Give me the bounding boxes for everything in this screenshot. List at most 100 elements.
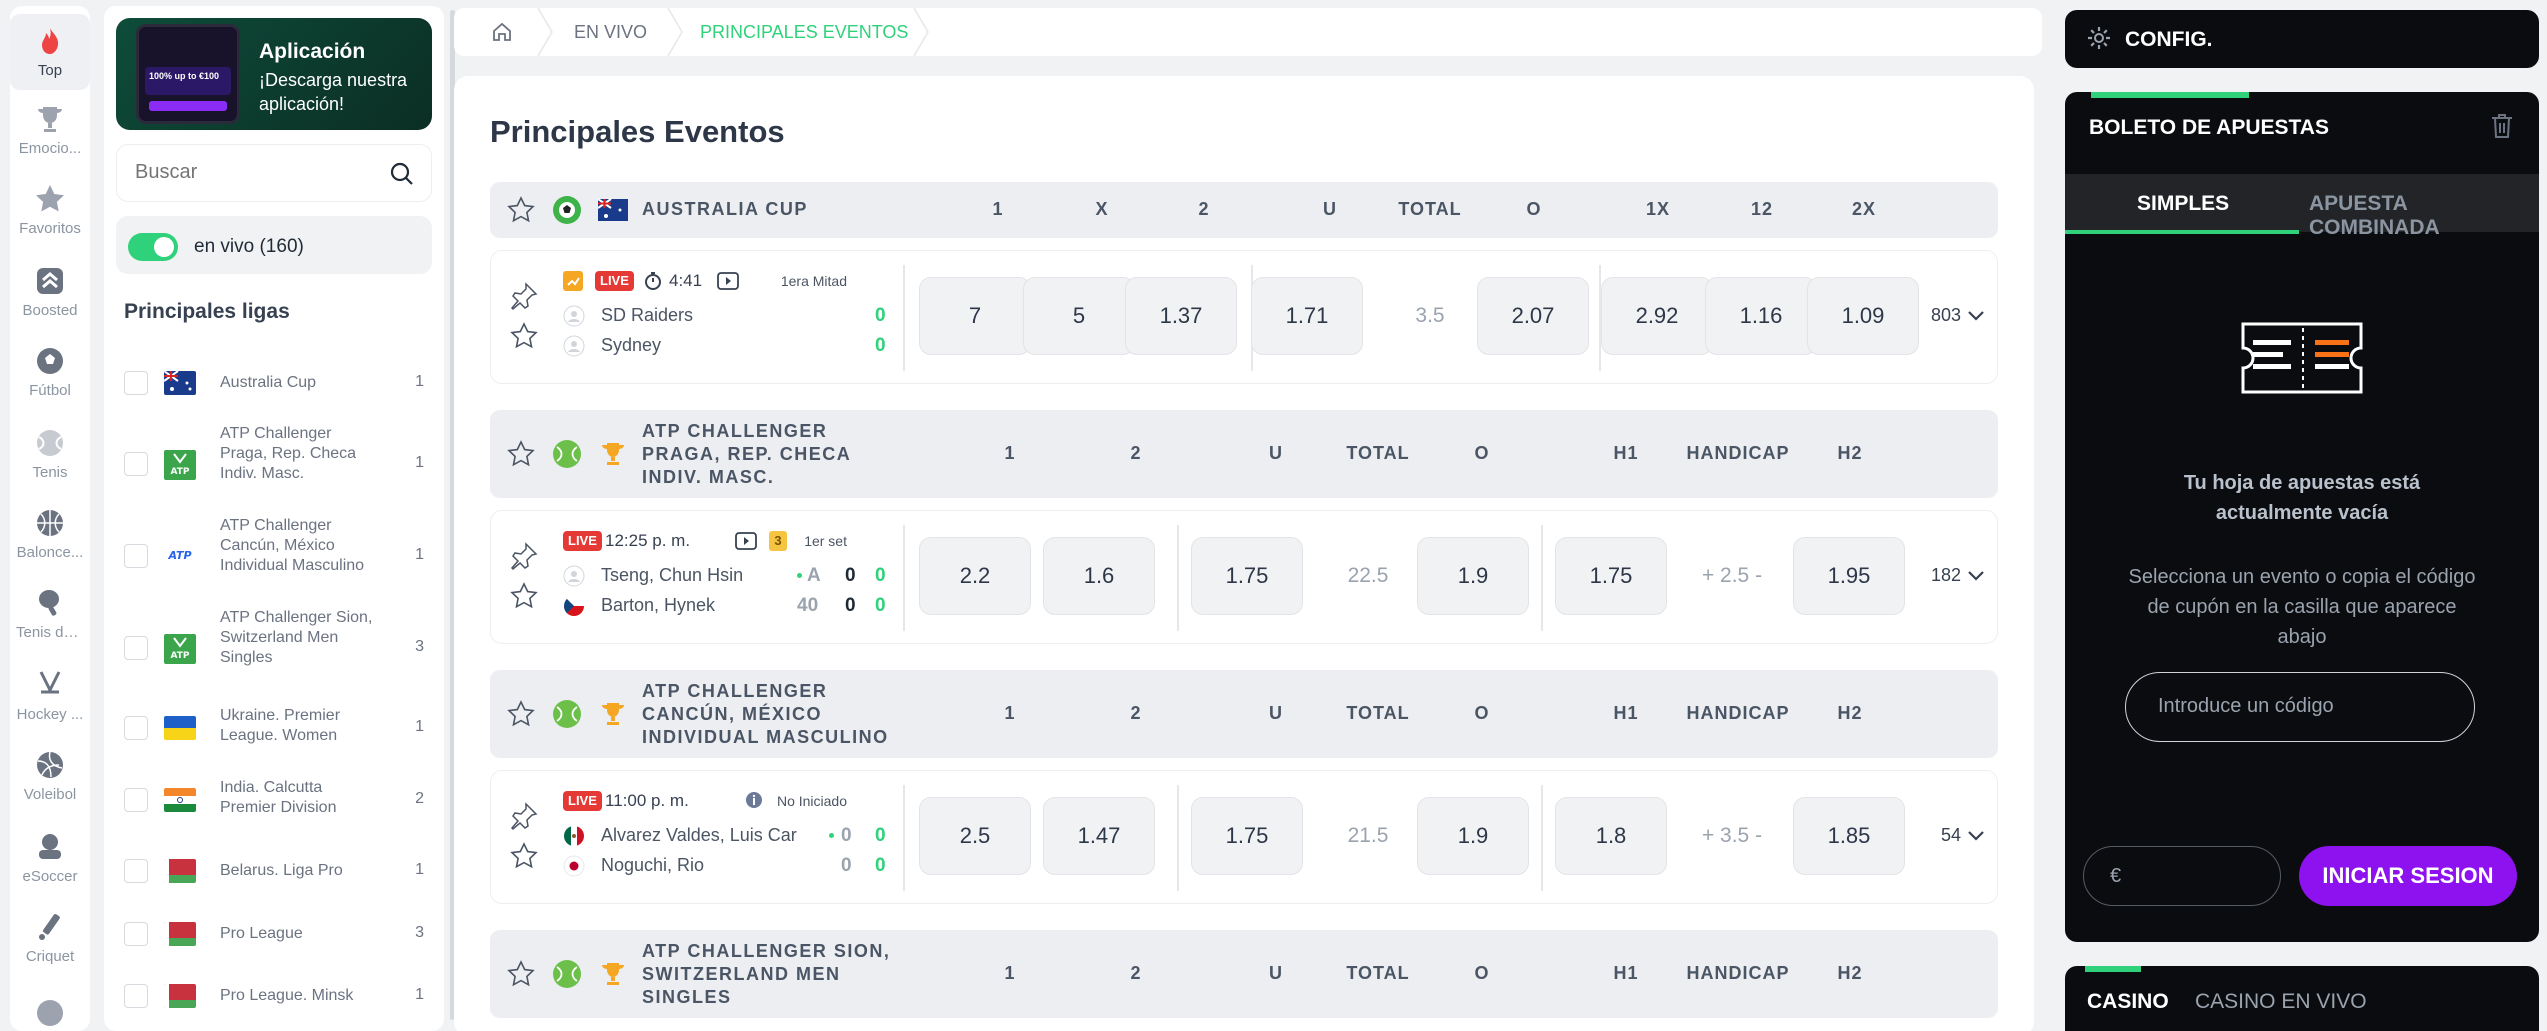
info-icon[interactable] xyxy=(745,791,763,809)
rail-item-baloncesto[interactable]: Balonce... xyxy=(10,506,90,561)
league-checkbox[interactable] xyxy=(124,859,148,883)
odd-button[interactable]: 5 xyxy=(1023,277,1135,355)
odd-button[interactable]: 1.9 xyxy=(1417,797,1529,875)
odd-button[interactable]: 2.2 xyxy=(919,537,1031,615)
volleyball-icon xyxy=(37,751,63,778)
more-markets-count[interactable]: 803 xyxy=(1931,305,1961,326)
rail-item-emociones[interactable]: Emocio... xyxy=(10,102,90,157)
tab-casino-en-vivo[interactable]: CASINO EN VIVO xyxy=(2195,990,2367,1014)
rail-item-esoccer[interactable]: eSoccer xyxy=(10,830,90,885)
breadcrumb-en-vivo[interactable]: EN VIVO xyxy=(574,22,647,43)
player-home: Alvarez Valdes, Luis Carlos xyxy=(601,825,797,845)
odd-button[interactable]: 1.71 xyxy=(1251,277,1363,355)
rail-item-favoritos[interactable]: Favoritos xyxy=(10,182,90,237)
league-item[interactable]: Pro League. Minsk 1 xyxy=(124,976,424,1016)
league-item[interactable]: Ukraine. Premier League. Women 1 xyxy=(124,700,424,756)
stats-icon[interactable] xyxy=(563,271,583,291)
league-checkbox[interactable] xyxy=(124,716,148,740)
odd-button[interactable]: 1.85 xyxy=(1793,797,1905,875)
event-row[interactable]: LIVE 4:41 1era Mitad SD Raiders 0 Sydney… xyxy=(490,250,1998,384)
star-icon[interactable] xyxy=(506,195,536,225)
favorite-star-icon[interactable] xyxy=(509,841,539,871)
rail-item-tenis-de-mesa[interactable]: Tenis de... xyxy=(10,586,90,641)
live-toggle[interactable] xyxy=(128,233,178,261)
league-item[interactable]: Pro League 3 xyxy=(124,914,424,954)
league-item[interactable]: ATP ATP Challenger Cancún, México Indivi… xyxy=(124,516,424,596)
league-item[interactable]: ATP ATP Challenger Praga, Rep. Checa Ind… xyxy=(124,424,424,504)
tab-apuesta-combinada[interactable]: APUESTA COMBINADA xyxy=(2309,192,2539,240)
pin-icon[interactable] xyxy=(509,541,539,571)
odd-button[interactable]: 7 xyxy=(919,277,1031,355)
favorite-star-icon[interactable] xyxy=(509,321,539,351)
rail-item-top[interactable]: Top xyxy=(10,14,90,90)
favorite-star-icon[interactable] xyxy=(509,581,539,611)
odd-button[interactable]: 1.47 xyxy=(1043,797,1155,875)
odd-button[interactable]: 1.9 xyxy=(1417,537,1529,615)
search-box[interactable] xyxy=(116,144,432,202)
team-logo-icon xyxy=(563,335,585,357)
league-checkbox[interactable] xyxy=(124,371,148,395)
odd-button[interactable]: 1.75 xyxy=(1555,537,1667,615)
rail-item-boosted[interactable]: Boosted xyxy=(10,264,90,319)
league-checkbox[interactable] xyxy=(124,922,148,946)
rail-item-hockey[interactable]: Hockey ... xyxy=(10,668,90,723)
odd-button[interactable]: 1.75 xyxy=(1191,797,1303,875)
stake-amount-input[interactable] xyxy=(2110,865,2260,888)
league-checkbox[interactable] xyxy=(124,452,148,476)
column-header: TOTAL xyxy=(1346,443,1410,463)
coupon-code-input[interactable] xyxy=(2158,695,2448,718)
more-markets-count[interactable]: 54 xyxy=(1941,825,1961,846)
search-input[interactable] xyxy=(135,161,375,184)
league-checkbox[interactable] xyxy=(124,984,148,1008)
league-checkbox[interactable] xyxy=(124,544,148,568)
odd-button[interactable]: 1.8 xyxy=(1555,797,1667,875)
odd-button[interactable]: 1.95 xyxy=(1793,537,1905,615)
rail-item-voleibol[interactable]: Voleibol xyxy=(10,748,90,803)
pin-icon[interactable] xyxy=(509,281,539,311)
event-row[interactable]: LIVE 11:00 p. m. No Iniciado Alvarez Val… xyxy=(490,770,1998,904)
odd-button[interactable]: 1.75 xyxy=(1191,537,1303,615)
league-item[interactable]: India. Calcutta Premier Division 2 xyxy=(124,772,424,828)
coupon-code-field[interactable] xyxy=(2125,672,2475,742)
trash-icon[interactable] xyxy=(2489,112,2515,140)
chevron-down-icon[interactable] xyxy=(1967,309,1985,323)
odd-button[interactable]: 2.07 xyxy=(1477,277,1589,355)
star-icon[interactable] xyxy=(506,959,536,989)
rail-item-tenis[interactable]: Tenis xyxy=(10,426,90,481)
rail-item-futbol[interactable]: Fútbol xyxy=(10,344,90,399)
league-checkbox[interactable] xyxy=(124,788,148,812)
odd-button[interactable]: 1.09 xyxy=(1807,277,1919,355)
league-item[interactable]: Australia Cup 1 xyxy=(124,363,424,403)
rail-item-criquet[interactable]: Criquet xyxy=(10,910,90,965)
rail-item-more[interactable] xyxy=(10,996,90,1031)
config-button[interactable]: CONFIG. xyxy=(2065,10,2539,68)
more-markets-count[interactable]: 182 xyxy=(1931,565,1961,586)
league-item[interactable]: ATP ATP Challenger Sion, Switzerland Men… xyxy=(124,608,424,688)
star-icon[interactable] xyxy=(506,699,536,729)
video-icon[interactable] xyxy=(717,271,739,291)
breadcrumb-principales-eventos[interactable]: PRINCIPALES EVENTOS xyxy=(700,22,908,43)
login-button[interactable]: INICIAR SESION xyxy=(2299,846,2517,906)
live-filter[interactable]: en vivo (160) xyxy=(116,216,432,274)
app-promo-banner[interactable]: 100% up to €100 Aplicación ¡Descarga nue… xyxy=(116,18,432,130)
odd-button[interactable]: 1.16 xyxy=(1705,277,1817,355)
tab-simples[interactable]: SIMPLES xyxy=(2137,192,2229,216)
odd-button[interactable]: 1.37 xyxy=(1125,277,1237,355)
chevron-down-icon[interactable] xyxy=(1967,569,1985,583)
tab-casino[interactable]: CASINO xyxy=(2087,990,2169,1014)
search-icon[interactable] xyxy=(389,161,415,187)
video-icon[interactable] xyxy=(735,531,757,551)
column-header: H2 xyxy=(1837,443,1863,463)
event-row[interactable]: LIVE 12:25 p. m. 3 1er set Tseng, Chun H… xyxy=(490,510,1998,644)
star-icon[interactable] xyxy=(506,439,536,469)
stake-amount-field[interactable] xyxy=(2083,846,2281,906)
odd-button[interactable]: 2.5 xyxy=(919,797,1031,875)
pin-icon[interactable] xyxy=(509,801,539,831)
league-count: 1 xyxy=(415,986,424,1003)
league-checkbox[interactable] xyxy=(124,636,148,660)
odd-button[interactable]: 1.6 xyxy=(1043,537,1155,615)
league-item[interactable]: Belarus. Liga Pro 1 xyxy=(124,851,424,891)
home-icon[interactable] xyxy=(490,20,514,44)
chevron-down-icon[interactable] xyxy=(1967,829,1985,843)
odd-button[interactable]: 2.92 xyxy=(1601,277,1713,355)
